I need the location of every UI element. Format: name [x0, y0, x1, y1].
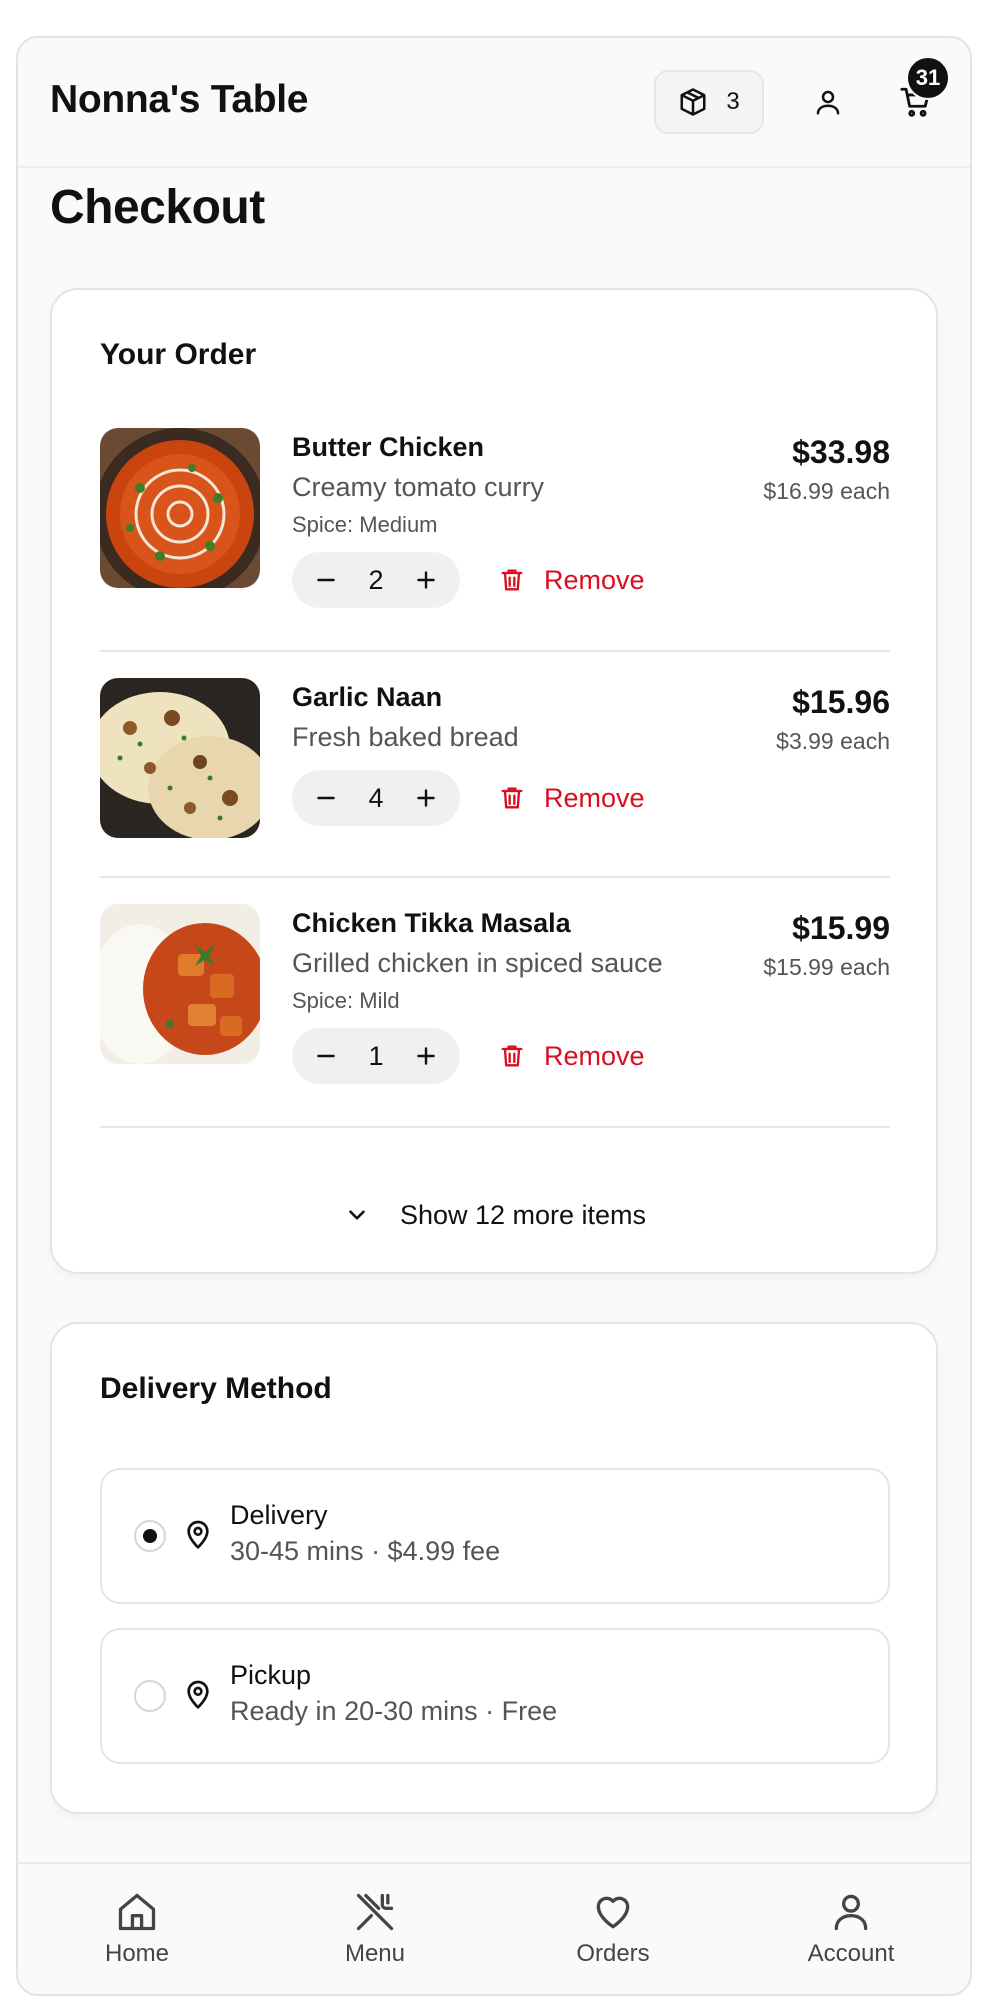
nav-label: Menu	[344, 1940, 406, 1967]
quantity-value: 1	[368, 1040, 384, 1071]
page-title: Checkout	[50, 181, 265, 234]
chicken-tikka-masala-image	[100, 904, 260, 1064]
nav-home[interactable]: Home	[18, 1864, 256, 1994]
item-unit-price: $3.99 each	[776, 728, 890, 754]
trash-icon	[498, 784, 526, 812]
your-order-title: Your Order	[100, 338, 257, 371]
nav-label: Orders	[576, 1940, 650, 1967]
user-icon	[829, 1890, 873, 1934]
item-divider	[100, 876, 890, 878]
item-description: Grilled chicken in spiced sauce	[292, 948, 663, 978]
trash-icon	[498, 566, 526, 594]
quantity-stepper: 2	[292, 552, 460, 608]
increase-quantity-button[interactable]	[408, 562, 444, 598]
package-icon	[678, 87, 708, 117]
your-order-card: Your Order Butter Chicken Creamy tomato …	[50, 288, 938, 1274]
item-name: Garlic Naan	[292, 682, 443, 712]
home-icon	[115, 1890, 159, 1934]
option-title: Pickup	[230, 1660, 312, 1690]
show-more-items-button[interactable]: Show 12 more items	[100, 1188, 890, 1242]
orders-count: 3	[726, 88, 740, 115]
decrease-quantity-button[interactable]	[308, 1038, 344, 1074]
item-spice: Spice: Mild	[292, 988, 400, 1013]
delivery-option[interactable]: Delivery 30-45 mins · $4.99 fee	[100, 1468, 890, 1604]
option-subtitle: Ready in 20-30 mins · Free	[230, 1696, 558, 1726]
nav-label: Home	[104, 1940, 170, 1967]
remove-label: Remove	[544, 782, 645, 813]
order-item: Garlic Naan Fresh baked bread $15.96 $3.…	[100, 678, 890, 848]
delivery-radio[interactable]	[134, 1520, 166, 1552]
item-name: Butter Chicken	[292, 432, 485, 462]
nav-menu[interactable]: Menu	[256, 1864, 494, 1994]
item-name: Chicken Tikka Masala	[292, 908, 571, 938]
heart-icon	[591, 1890, 635, 1934]
top-bar: Nonna's Table 3 31	[18, 38, 970, 168]
map-pin-icon	[182, 1518, 214, 1550]
user-icon	[813, 87, 843, 117]
item-spice: Spice: Medium	[292, 512, 438, 537]
app-frame: Nonna's Table 3 31 Checkout Your Order B…	[16, 36, 972, 1996]
item-total: $15.96	[792, 684, 890, 720]
remove-item-button[interactable]: Remove	[498, 1028, 645, 1084]
pickup-radio[interactable]	[134, 1680, 166, 1712]
decrease-quantity-button[interactable]	[308, 780, 344, 816]
remove-item-button[interactable]: Remove	[498, 770, 645, 826]
chevron-down-icon	[344, 1202, 370, 1228]
delivery-method-card: Delivery Method Delivery 30-45 mins · $4…	[50, 1322, 938, 1814]
order-item: Chicken Tikka Masala Grilled chicken in …	[100, 904, 890, 1104]
remove-item-button[interactable]: Remove	[498, 552, 645, 608]
nav-account[interactable]: Account	[732, 1864, 970, 1994]
map-pin-icon	[182, 1678, 214, 1710]
pickup-option[interactable]: Pickup Ready in 20-30 mins · Free	[100, 1628, 890, 1764]
show-more-label: Show 12 more items	[399, 1199, 647, 1230]
decrease-quantity-button[interactable]	[308, 562, 344, 598]
remove-label: Remove	[544, 1040, 645, 1071]
trash-icon	[498, 1042, 526, 1070]
butter-chicken-image	[100, 428, 260, 588]
quantity-stepper: 4	[292, 770, 460, 826]
garlic-naan-image	[100, 678, 260, 838]
radio-selected-dot	[143, 1529, 157, 1543]
item-description: Fresh baked bread	[292, 722, 519, 752]
nav-label: Account	[807, 1940, 895, 1967]
delivery-method-title: Delivery Method	[100, 1372, 332, 1405]
quantity-value: 2	[368, 564, 384, 595]
item-total: $15.99	[792, 910, 890, 946]
item-divider	[100, 650, 890, 652]
increase-quantity-button[interactable]	[408, 1038, 444, 1074]
item-unit-price: $16.99 each	[763, 478, 890, 504]
item-description: Creamy tomato curry	[292, 472, 545, 502]
order-item: Butter Chicken Creamy tomato curry Spice…	[100, 428, 890, 628]
item-unit-price: $15.99 each	[763, 954, 890, 980]
option-title: Delivery	[230, 1500, 328, 1530]
quantity-value: 4	[368, 782, 384, 813]
brand-title: Nonna's Table	[50, 78, 309, 121]
orders-button[interactable]: 3	[654, 70, 764, 134]
item-total: $33.98	[792, 434, 890, 470]
nav-orders[interactable]: Orders	[494, 1864, 732, 1994]
cart-count-badge: 31	[906, 56, 950, 100]
utensils-icon	[353, 1890, 397, 1934]
option-subtitle: 30-45 mins · $4.99 fee	[230, 1536, 501, 1566]
account-button[interactable]	[800, 74, 856, 130]
quantity-stepper: 1	[292, 1028, 460, 1084]
bottom-navigation: Home Menu Orders Account	[18, 1862, 970, 1994]
remove-label: Remove	[544, 564, 645, 595]
increase-quantity-button[interactable]	[408, 780, 444, 816]
item-divider	[100, 1126, 890, 1128]
